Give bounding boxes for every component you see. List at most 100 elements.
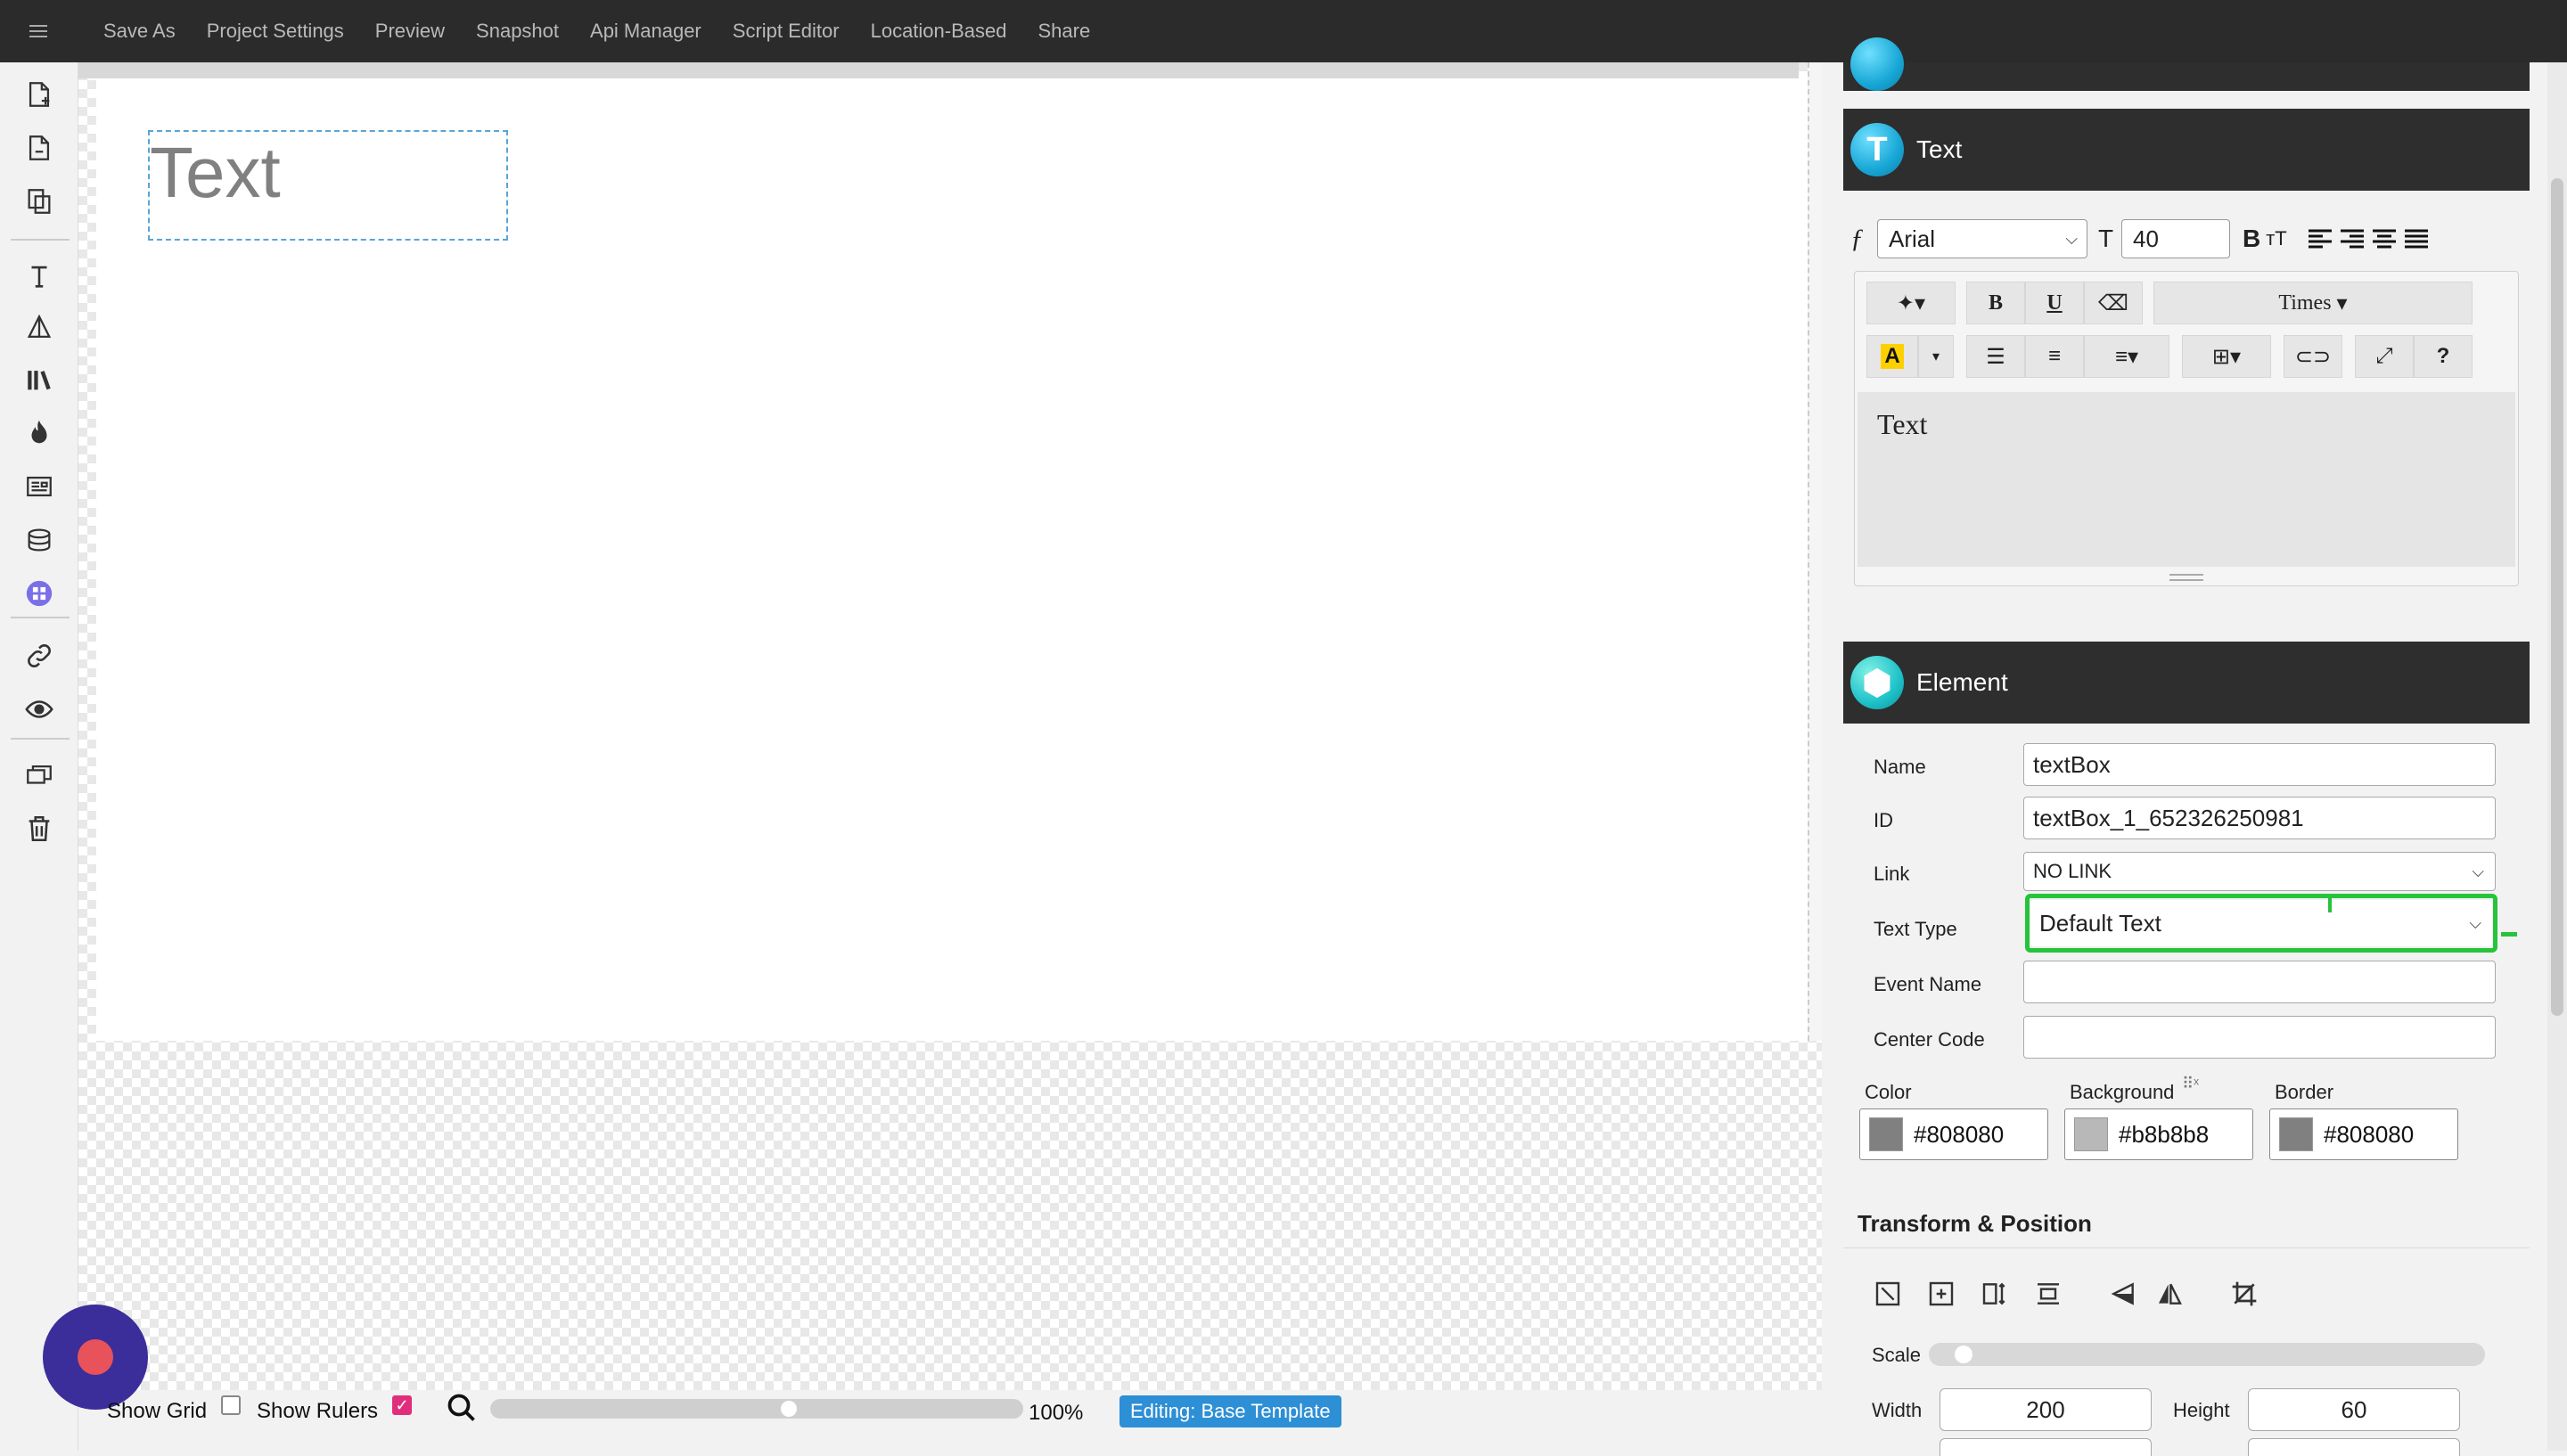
trash-icon[interactable] <box>21 811 57 847</box>
section-divider <box>1843 1247 2530 1248</box>
menu-share[interactable]: Share <box>1037 20 1090 43</box>
menu-api-manager[interactable]: Api Manager <box>590 20 701 43</box>
menu-script-editor[interactable]: Script Editor <box>733 20 840 43</box>
page-icon[interactable] <box>21 130 57 166</box>
menu-save-as[interactable]: Save As <box>103 20 176 43</box>
font-family-select[interactable]: Arial ⌵ <box>1877 219 2087 258</box>
x-input[interactable] <box>1940 1438 2152 1456</box>
name-value: textBox <box>2033 750 2111 778</box>
flip-horizontal-left-icon[interactable] <box>2107 1278 2139 1310</box>
library-icon[interactable] <box>21 362 57 397</box>
align-right-icon[interactable] <box>2339 227 2366 250</box>
flip-horizontal-icon[interactable] <box>2153 1278 2186 1310</box>
canvas-top-ruler <box>78 62 1799 78</box>
bold-toggle-icon[interactable]: B <box>2243 225 2260 253</box>
database-icon[interactable] <box>21 522 57 558</box>
text-panel-header[interactable]: T Text <box>1843 109 2530 191</box>
editor-font-select[interactable]: Times ▾ <box>2153 282 2473 324</box>
show-grid-checkbox[interactable] <box>221 1395 241 1415</box>
focus-highlight-marker <box>2501 932 2517 937</box>
text-panel-title: Text <box>1916 135 1963 163</box>
border-input[interactable]: #808080 <box>2269 1108 2458 1160</box>
layers-icon[interactable] <box>21 757 57 793</box>
stretch-vertical-icon[interactable] <box>1979 1278 2011 1310</box>
zoom-value: 100% <box>1029 1401 1084 1425</box>
new-page-icon[interactable] <box>21 77 57 112</box>
element-panel-header[interactable]: ⬢ Element <box>1843 642 2530 724</box>
text-type-label: Text Type <box>1874 918 1957 940</box>
help-icon[interactable]: ? <box>2414 335 2473 378</box>
record-icon <box>78 1339 113 1375</box>
menu-location-based[interactable]: Location-Based <box>871 20 1007 43</box>
border-label: Border <box>2275 1081 2334 1103</box>
align-left-icon[interactable] <box>2307 227 2333 250</box>
table-icon[interactable]: ⊞▾ <box>2182 335 2271 378</box>
show-rulers-checkbox[interactable]: ✓ <box>392 1395 412 1415</box>
bullet-list-icon[interactable]: ☰ <box>1966 335 2025 378</box>
center-code-input[interactable] <box>2023 1016 2496 1059</box>
magic-style-button[interactable]: ✦▾ <box>1866 282 1956 324</box>
transparent-grid-icon[interactable]: ⠿ˣ <box>2182 1075 2199 1093</box>
height-input[interactable]: 60 <box>2248 1388 2460 1431</box>
link-icon[interactable] <box>21 638 57 674</box>
collapsed-panel-header <box>1843 37 2530 91</box>
menu-snapshot[interactable]: Snapshot <box>476 20 559 43</box>
align-center-icon[interactable] <box>2371 227 2398 250</box>
fit-icon[interactable] <box>1872 1278 1904 1310</box>
scale-slider[interactable] <box>1929 1343 2485 1366</box>
record-button[interactable] <box>43 1305 148 1410</box>
editor-font-value: Times <box>2278 290 2332 315</box>
toolbar-divider <box>11 239 70 241</box>
editor-bold-button[interactable]: B <box>1966 282 2025 324</box>
menu-preview[interactable]: Preview <box>375 20 445 43</box>
highlight-color-button[interactable]: A <box>1866 335 1918 378</box>
id-input[interactable]: textBox_1_652326250981 <box>2023 797 2496 839</box>
border-swatch[interactable] <box>2279 1117 2313 1151</box>
fill-icon[interactable] <box>1925 1278 1957 1310</box>
zoom-icon[interactable] <box>446 1392 478 1424</box>
news-widget-icon[interactable] <box>21 469 57 504</box>
zoom-slider-handle[interactable] <box>780 1401 797 1417</box>
panel-scrollbar-thumb[interactable] <box>2551 178 2563 1016</box>
numbered-list-icon[interactable]: ≡ <box>2025 335 2084 378</box>
shape-tool-icon[interactable] <box>21 310 57 346</box>
font-size-input[interactable]: 40 <box>2121 219 2230 258</box>
link-select[interactable]: NO LINK ⌵ <box>2023 852 2496 891</box>
crop-icon[interactable] <box>2228 1278 2260 1310</box>
eye-settings-icon[interactable] <box>21 691 57 727</box>
resize-grip-icon[interactable] <box>2169 574 2203 581</box>
width-input[interactable]: 200 <box>1940 1388 2152 1431</box>
scale-slider-handle[interactable] <box>1954 1346 1972 1363</box>
editor-content[interactable]: Text <box>1858 392 2515 567</box>
text-element[interactable]: Text <box>148 130 508 241</box>
canvas-area[interactable]: Text <box>78 62 1822 1390</box>
eraser-icon[interactable]: ⌫ <box>2084 282 2143 324</box>
stage-edge <box>1808 62 1822 1041</box>
y-input[interactable] <box>2248 1438 2460 1456</box>
align-bottom-icon[interactable] <box>2032 1278 2064 1310</box>
paragraph-align-icon[interactable]: ≡▾ <box>2084 335 2169 378</box>
duplicate-page-icon[interactable] <box>21 184 57 219</box>
background-swatch[interactable] <box>2074 1117 2108 1151</box>
zoom-slider[interactable] <box>490 1399 1023 1419</box>
hamburger-menu-icon[interactable] <box>0 0 77 62</box>
name-input[interactable]: textBox <box>2023 743 2496 786</box>
text-transform-icon[interactable]: ᴛT <box>2266 227 2287 250</box>
highlight-color-dropdown-icon[interactable]: ▾ <box>1918 335 1954 378</box>
event-name-input[interactable] <box>2023 961 2496 1003</box>
editor-underline-button[interactable]: U <box>2025 282 2084 324</box>
stage[interactable]: Text <box>96 78 1808 1041</box>
text-tool-icon[interactable] <box>21 258 57 294</box>
menu-project-settings[interactable]: Project Settings <box>207 20 344 43</box>
link-insert-icon[interactable]: ⊂⊃ <box>2284 335 2342 378</box>
background-input[interactable]: #b8b8b8 <box>2064 1108 2253 1160</box>
fire-icon[interactable] <box>21 415 57 451</box>
width-value: 200 <box>2026 1395 2065 1423</box>
border-value: #808080 <box>2324 1120 2415 1148</box>
color-swatch[interactable] <box>1869 1117 1903 1151</box>
plugins-icon[interactable] <box>21 576 57 611</box>
align-justify-icon[interactable] <box>2403 227 2430 250</box>
id-label: ID <box>1874 809 1893 831</box>
color-input[interactable]: #808080 <box>1859 1108 2048 1160</box>
fullscreen-icon[interactable]: ⤢ <box>2355 335 2414 378</box>
